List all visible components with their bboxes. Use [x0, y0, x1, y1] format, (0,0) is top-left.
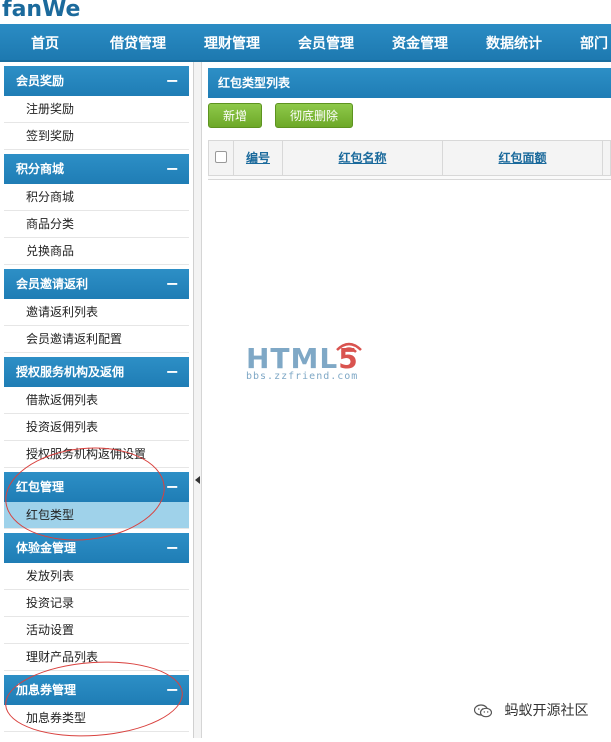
- sidebar-item-issue-list[interactable]: 发放列表: [4, 563, 189, 590]
- collapse-icon[interactable]: −: [166, 269, 179, 299]
- main-nav: 首页 借贷管理 理财管理 会员管理 资金管理 数据统计 部门: [0, 24, 611, 62]
- column-header-id[interactable]: 编号: [233, 141, 283, 175]
- sidebar: 会员奖励 − 注册奖励 签到奖励 积分商城 − 积分商城 商品分类 兑换商品 会…: [0, 62, 194, 738]
- collapse-arrow-icon[interactable]: [195, 476, 200, 484]
- nav-item-finance[interactable]: 理财管理: [204, 24, 260, 62]
- wechat-icon: [474, 704, 492, 718]
- wechat-badge: 蚂蚁开源社区: [474, 700, 588, 720]
- sidebar-group-agency-commission[interactable]: 授权服务机构及返佣 −: [4, 357, 189, 387]
- logo[interactable]: fanWe: [2, 0, 80, 22]
- watermark-subtext: bbs.zzfriend.com: [246, 371, 359, 382]
- collapse-icon[interactable]: −: [166, 66, 179, 96]
- wechat-label: 蚂蚁开源社区: [504, 703, 589, 719]
- collapse-icon[interactable]: −: [166, 357, 179, 387]
- table-footer-line: [208, 176, 611, 180]
- panel-title: 红包类型列表: [208, 68, 611, 98]
- sidebar-group-title: 会员邀请返利: [16, 277, 89, 291]
- nav-item-funds[interactable]: 资金管理: [392, 24, 448, 62]
- sidebar-item-invite-rebate-config[interactable]: 会员邀请返利配置: [4, 326, 189, 353]
- select-all-checkbox[interactable]: [215, 151, 227, 163]
- sidebar-item-invest-record[interactable]: 投资记录: [4, 590, 189, 617]
- sidebar-group-title: 体验金管理: [16, 541, 77, 555]
- sidebar-item-loan-commission-list[interactable]: 借款返佣列表: [4, 387, 189, 414]
- sidebar-item-points-mall[interactable]: 积分商城: [4, 184, 189, 211]
- sidebar-item-interest-coupon-type[interactable]: 加息券类型: [4, 705, 189, 732]
- sidebar-item-invite-rebate-list[interactable]: 邀请返利列表: [4, 299, 189, 326]
- nav-item-home[interactable]: 首页: [31, 24, 59, 62]
- sidebar-item-invest-commission-list[interactable]: 投资返佣列表: [4, 414, 189, 441]
- sidebar-group-title: 授权服务机构及返佣: [16, 365, 125, 379]
- sidebar-group-red-packet[interactable]: 红包管理 −: [4, 472, 189, 502]
- top-bar: fanWe: [0, 0, 611, 24]
- sidebar-item-product-category[interactable]: 商品分类: [4, 211, 189, 238]
- sidebar-group-title: 积分商城: [16, 162, 65, 176]
- collapse-icon[interactable]: −: [166, 675, 179, 705]
- collapse-icon[interactable]: −: [166, 533, 179, 563]
- table-header: 编号 红包名称 红包面额: [208, 140, 611, 176]
- sidebar-group-title: 红包管理: [16, 480, 65, 494]
- column-header-amount[interactable]: 红包面额: [443, 141, 603, 175]
- sidebar-item-register-reward[interactable]: 注册奖励: [4, 96, 189, 123]
- collapse-icon[interactable]: −: [166, 472, 179, 502]
- nav-item-department[interactable]: 部门: [580, 24, 608, 62]
- column-header-name[interactable]: 红包名称: [283, 141, 443, 175]
- sidebar-item-checkin-reward[interactable]: 签到奖励: [4, 123, 189, 150]
- permanent-delete-button[interactable]: 彻底删除: [275, 103, 354, 128]
- sidebar-group-interest-coupon[interactable]: 加息券管理 −: [4, 675, 189, 705]
- sidebar-group-points-mall[interactable]: 积分商城 −: [4, 154, 189, 184]
- nav-item-members[interactable]: 会员管理: [298, 24, 354, 62]
- sidebar-group-title: 加息券管理: [16, 683, 77, 697]
- sidebar-item-redeem-product[interactable]: 兑换商品: [4, 238, 189, 265]
- main-content: 红包类型列表 新增 彻底删除 编号 红包名称 红包面额: [202, 62, 611, 738]
- nav-item-loan[interactable]: 借贷管理: [110, 24, 166, 62]
- sidebar-group-invite-rebate[interactable]: 会员邀请返利 −: [4, 269, 189, 299]
- collapse-icon[interactable]: −: [166, 154, 179, 184]
- sidebar-group-member-rewards[interactable]: 会员奖励 −: [4, 66, 189, 96]
- sidebar-splitter[interactable]: [194, 62, 202, 738]
- add-button[interactable]: 新增: [208, 103, 263, 128]
- wifi-signal-icon: [336, 342, 362, 353]
- sidebar-group-trial-fund[interactable]: 体验金管理 −: [4, 533, 189, 563]
- sidebar-item-agency-commission-settings[interactable]: 授权服务机构返佣设置: [4, 441, 189, 468]
- sidebar-item-activity-settings[interactable]: 活动设置: [4, 617, 189, 644]
- nav-item-stats[interactable]: 数据统计: [486, 24, 542, 62]
- sidebar-item-red-packet-type[interactable]: 红包类型: [4, 502, 189, 529]
- sidebar-item-finance-product-list[interactable]: 理财产品列表: [4, 644, 189, 671]
- sidebar-group-title: 会员奖励: [16, 74, 65, 88]
- watermark: HTML5 bbs.zzfriend.com: [246, 342, 362, 382]
